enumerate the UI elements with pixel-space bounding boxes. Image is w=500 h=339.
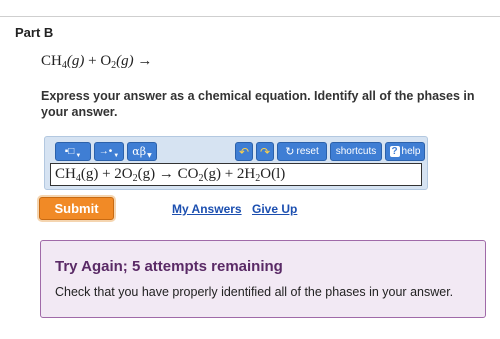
templates-icon: ▪□ <box>64 146 75 157</box>
arrows-button[interactable]: →• ▼ <box>94 142 124 161</box>
greek-letters-icon: αβ <box>132 145 147 158</box>
plus-sign: + <box>88 53 97 69</box>
feedback-message: Check that you have properly identified … <box>55 285 454 299</box>
reactant-oxygen: O2(g) <box>100 53 134 71</box>
help-button[interactable]: ? help <box>385 142 425 161</box>
instruction-text: Express your answer as a chemical equati… <box>41 89 475 119</box>
feedback-title: Try Again; 5 attempts remaining <box>55 258 283 275</box>
chevron-down-icon: ▼ <box>75 152 82 159</box>
reset-icon: ↻ <box>285 146 295 158</box>
part-title: Part B <box>15 25 54 40</box>
chevron-down-icon: ▼ <box>113 152 120 159</box>
templates-button[interactable]: ▪□ ▼ <box>55 142 91 161</box>
section-divider <box>0 16 500 17</box>
my-answers-link[interactable]: My Answers <box>172 202 242 216</box>
help-label: help <box>401 146 421 157</box>
reset-label: reset <box>296 146 319 157</box>
reset-button[interactable]: ↻ reset <box>277 142 327 161</box>
arrow-icon: →• <box>98 146 113 157</box>
redo-button[interactable]: ↷ <box>256 142 274 161</box>
problem-equation: CH4(g) + O2(g) → <box>41 53 153 71</box>
answer-input[interactable]: CH4(g) + 2O2(g) → CO2(g) + 2H2O(l) <box>50 163 422 186</box>
equation-editor: ▪□ ▼ →• ▼ αβ ▼ ↶ ↷ ↻ reset shortcuts ? help C… <box>44 136 428 190</box>
feedback-box: Try Again; 5 attempts remaining Check th… <box>40 240 486 318</box>
question-mark-icon: ? <box>389 146 400 157</box>
submit-button[interactable]: Submit <box>39 197 114 220</box>
undo-icon: ↶ <box>238 144 250 159</box>
chevron-down-icon: ▼ <box>147 152 152 159</box>
undo-button[interactable]: ↶ <box>235 142 253 161</box>
reaction-arrow: → <box>137 53 153 69</box>
editor-toolbar: ▪□ ▼ →• ▼ αβ ▼ ↶ ↷ ↻ reset shortcuts ? help <box>50 142 425 162</box>
greek-symbols-button[interactable]: αβ ▼ <box>127 142 157 161</box>
reactant-methane: CH4(g) <box>41 53 85 71</box>
redo-icon: ↷ <box>259 144 271 159</box>
shortcuts-button[interactable]: shortcuts <box>330 142 382 161</box>
shortcuts-label: shortcuts <box>335 146 377 157</box>
give-up-link[interactable]: Give Up <box>252 202 297 216</box>
